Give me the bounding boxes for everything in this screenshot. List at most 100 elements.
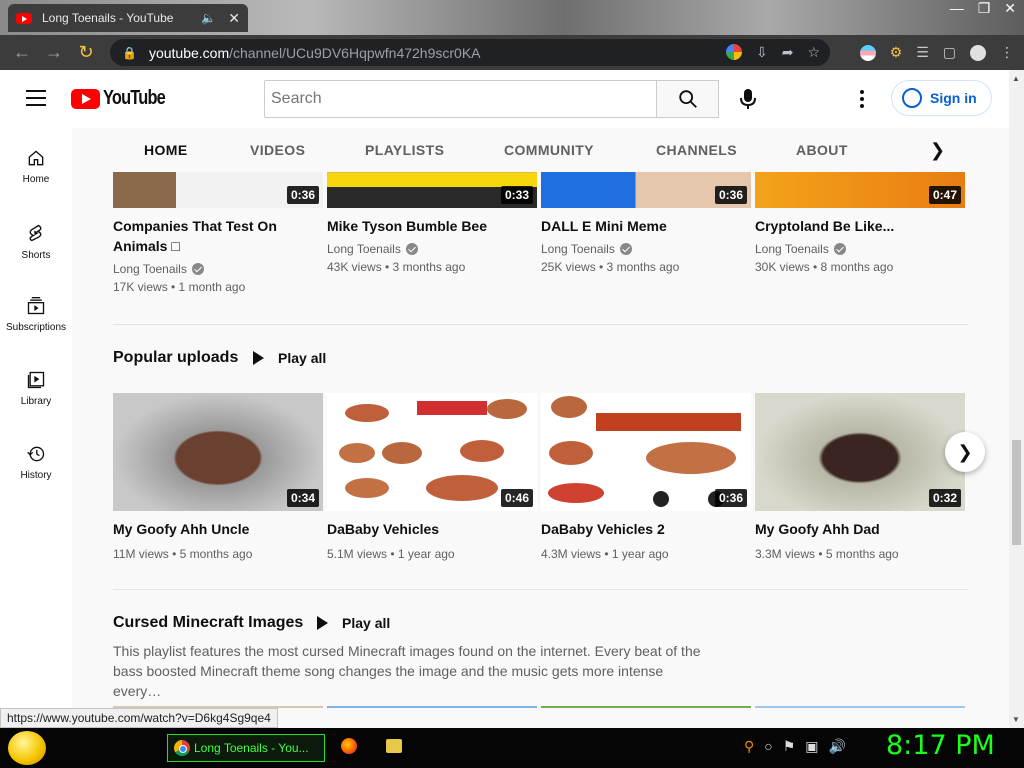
install-icon[interactable]: ⇩ [756,44,768,61]
voice-search-button[interactable] [733,84,763,114]
close-tab-icon[interactable]: ✕ [228,10,240,27]
channel-name-row[interactable]: Long Toenails [327,242,537,256]
forward-arrow-icon[interactable]: → [38,42,70,63]
profile-avatar-icon[interactable] [970,44,986,61]
tab-channels[interactable]: CHANNELS [656,142,737,158]
hamburger-menu-icon[interactable] [26,90,46,106]
file-explorer-icon[interactable] [386,739,402,753]
youtube-wordmark: YouTube [103,87,166,109]
play-all-button[interactable]: Play all [317,615,390,631]
scroll-down-arrow-icon[interactable]: ▼ [1012,715,1020,724]
taskbar-window-label: Long Toenails - You... [194,741,309,755]
scroll-up-arrow-icon[interactable]: ▲ [1012,74,1020,83]
channel-name-row[interactable]: Long Toenails [541,242,751,256]
video-title[interactable]: DALL E Mini Meme [541,216,746,236]
search-tray-icon[interactable]: ⚲ [744,738,754,755]
video-thumbnail[interactable]: 0:36 [541,393,751,511]
sidebar-item-library[interactable]: Library [0,350,72,424]
os-taskbar: Long Toenails - You... ⚲ ○ ⚑ ▣ 🔊 8:17 PM [0,728,1024,768]
taskbar-clock[interactable]: 8:17 PM [886,730,995,761]
reload-icon[interactable]: ↻ [70,42,102,63]
video-title[interactable]: Companies That Test On Animals □ [113,216,318,256]
bookmark-star-icon[interactable]: ☆ [807,44,820,61]
video-thumbnail[interactable] [541,706,751,708]
side-panel-icon[interactable]: ▢ [943,44,956,61]
video-card[interactable]: 0:46 DaBaby Vehicles 5.1M views • 1 year… [327,393,537,561]
video-card[interactable]: 0:33 Mike Tyson Bumble Bee Long Toenails… [327,172,537,274]
video-title[interactable]: Mike Tyson Bumble Bee [327,216,532,236]
video-title[interactable]: My Goofy Ahh Uncle [113,519,318,539]
volume-icon[interactable]: 🔊 [829,738,846,755]
play-all-button[interactable]: Play all [253,350,326,366]
video-thumbnail[interactable] [755,706,965,708]
video-card[interactable]: 0:47 Cryptoland Be Like... Long Toenails… [755,172,965,274]
tab-videos[interactable]: VIDEOS [250,142,305,158]
sidebar-item-history[interactable]: History [0,424,72,498]
minimize-icon[interactable]: — [950,0,964,17]
google-icon[interactable] [725,44,742,60]
video-title[interactable]: DaBaby Vehicles 2 [541,519,746,539]
scrollbar-thumb[interactable] [1012,440,1021,545]
chevron-right-icon[interactable]: ❯ [930,140,945,161]
playlist-title[interactable]: Cursed Minecraft Images [113,614,303,632]
tab-playlists[interactable]: PLAYLISTS [365,142,444,158]
channel-name[interactable]: Long Toenails [327,242,401,256]
video-thumbnail[interactable]: 0:33 [327,172,537,208]
popular-uploads-title[interactable]: Popular uploads [113,349,238,367]
video-title[interactable]: DaBaby Vehicles [327,519,532,539]
share-icon[interactable]: ➦ [782,44,794,61]
video-meta: 25K views • 3 months ago [541,260,680,274]
address-bar[interactable]: 🔒 youtube.com/channel/UCu9DV6Hqpwfn472h9… [110,39,830,66]
flag-extension-icon[interactable] [859,44,876,61]
sidebar-item-home[interactable]: Home [0,128,72,202]
sidebar-item-shorts[interactable]: Shorts [0,202,72,276]
back-arrow-icon[interactable]: ← [6,42,38,63]
tab-community[interactable]: COMMUNITY [504,142,594,158]
action-center-flag-icon[interactable]: ⚑ [783,738,796,755]
video-title[interactable]: My Goofy Ahh Dad [755,519,960,539]
video-thumbnail[interactable]: 0:32 [755,393,965,511]
video-card[interactable]: 0:32 My Goofy Ahh Dad 3.3M views • 5 mon… [755,393,965,561]
video-thumbnail[interactable]: 0:47 [755,172,965,208]
sidebar-item-subscriptions[interactable]: Subscriptions [0,276,72,350]
tab-about[interactable]: ABOUT [796,142,848,158]
maximize-icon[interactable]: ❐ [978,0,991,17]
video-card[interactable]: 0:36 Companies That Test On Animals □ Lo… [113,172,323,294]
media-control-icon[interactable]: ☰ [916,44,929,61]
speaker-icon[interactable]: 🔈 [201,11,216,25]
channel-name[interactable]: Long Toenails [541,242,615,256]
channel-name-row[interactable]: Long Toenails [113,262,323,276]
search-input[interactable] [264,80,657,118]
settings-menu-icon[interactable] [852,88,872,110]
sidebar-item-label: Home [22,174,50,185]
video-card[interactable]: 0:34 My Goofy Ahh Uncle 11M views • 5 mo… [113,393,323,561]
sidebar-item-label: Subscriptions [5,322,67,333]
chrome-menu-icon[interactable]: ⋮ [1000,44,1014,61]
lock-icon[interactable]: 🔒 [122,46,137,60]
search-button[interactable] [656,80,719,118]
tab-home[interactable]: HOME [144,142,188,158]
video-card[interactable]: 0:36 DALL E Mini Meme Long Toenails 25K … [541,172,751,274]
video-card[interactable]: 0:36 DaBaby Vehicles 2 4.3M views • 1 ye… [541,393,751,561]
channel-name[interactable]: Long Toenails [113,262,187,276]
network-icon[interactable]: ▣ [805,738,818,755]
channel-name-row[interactable]: Long Toenails [755,242,965,256]
sign-in-button[interactable]: Sign in [891,80,992,116]
close-window-icon[interactable]: ✕ [1004,0,1016,17]
firefox-icon[interactable] [341,738,357,754]
shelf-next-button[interactable]: ❯ [945,432,985,472]
video-thumbnail[interactable]: 0:34 [113,393,323,511]
video-thumbnail[interactable]: 0:36 [541,172,751,208]
browser-tab[interactable]: Long Toenails - YouTube 🔈 ✕ [8,4,248,32]
page-scrollbar[interactable]: ▲ ▼ [1009,70,1024,728]
taskbar-chrome-window[interactable]: Long Toenails - You... [167,734,325,762]
youtube-logo[interactable]: YouTube [71,87,179,110]
channel-name[interactable]: Long Toenails [755,242,829,256]
video-title[interactable]: Cryptoland Be Like... [755,216,960,236]
notifications-tray-icon[interactable]: ○ [764,738,772,755]
video-thumbnail[interactable] [327,706,537,708]
puzzle-extension-icon[interactable]: ⚙ [890,44,903,61]
video-thumbnail[interactable]: 0:46 [327,393,537,511]
video-thumbnail[interactable]: 0:36 [113,172,323,208]
start-button-smiley-icon[interactable] [8,731,46,765]
